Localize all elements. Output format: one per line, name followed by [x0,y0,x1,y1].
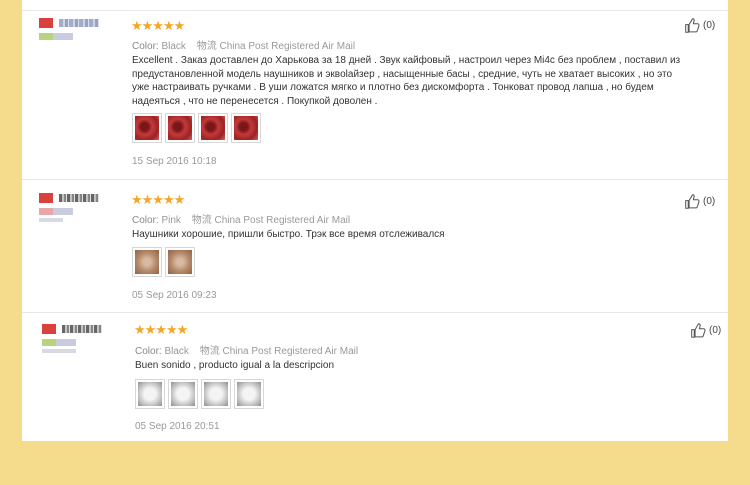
thumbs-up-icon [685,194,700,209]
review-item: ★★★★★ Color: Black 物流 China Post Registe… [22,313,728,441]
buyer-level-badge [42,339,76,346]
reviewer-info [39,193,99,223]
helpful-count: (0) [703,20,716,31]
review-text: Excellent . Заказ доставлен до Харькова … [132,55,681,107]
reviewer-name[interactable] [59,19,99,27]
review-photo[interactable] [234,379,264,409]
thumbs-up-icon [691,323,706,338]
color-label: Color: [132,41,159,52]
review-item: ★★★★★ Color: Pink 物流 China Post Register… [22,180,728,313]
reviewer-name[interactable] [59,194,99,202]
review-photos [132,113,261,143]
review-item: ★★★★★ Color: Black 物流 China Post Registe… [22,10,728,180]
reviewer-name[interactable] [62,325,102,333]
helpful-count: (0) [709,325,722,336]
shipping-method: 物流 China Post Registered Air Mail [196,41,356,52]
review-date: 15 Sep 2016 10:18 [132,156,217,167]
review-photos [135,379,264,409]
country-flag-icon [39,18,53,28]
review-photo[interactable] [198,113,228,143]
review-date: 05 Sep 2016 09:23 [132,290,217,301]
review-photo[interactable] [132,247,162,277]
review-photo[interactable] [132,113,162,143]
buyer-level-sub [39,218,63,222]
review-photo[interactable] [165,247,195,277]
color-value: Black [164,346,189,357]
color-label: Color: [135,346,162,357]
review-date: 05 Sep 2016 20:51 [135,421,220,432]
review-photos [132,247,195,277]
helpful-count: (0) [703,196,716,207]
review-photo[interactable] [165,113,195,143]
country-flag-icon [42,324,56,334]
reviews-panel: ★★★★★ Color: Black 物流 China Post Registe… [22,0,728,441]
review-photo[interactable] [231,113,261,143]
shipping-method: 物流 China Post Registered Air Mail [199,346,359,357]
reviewer-info [42,324,102,354]
order-meta: Color: Black 物流 China Post Registered Ai… [132,37,355,52]
thumbs-up-icon [685,18,700,33]
reviewer-info [39,18,99,48]
star-rating: ★★★★★ [131,18,185,33]
review-text: Наушники хорошие, пришли быстро. Трэк вс… [132,229,445,240]
helpful-button[interactable]: (0) [690,322,721,339]
helpful-button[interactable]: (0) [684,17,715,34]
color-label: Color: [132,215,159,226]
country-flag-icon [39,193,53,203]
buyer-level-sub [42,349,76,353]
review-photo[interactable] [135,379,165,409]
helpful-button[interactable]: (0) [684,193,715,210]
order-meta: Color: Black 物流 China Post Registered Ai… [135,342,358,357]
order-meta: Color: Pink 物流 China Post Registered Air… [132,211,350,226]
color-value: Pink [161,215,181,226]
shipping-method: 物流 China Post Registered Air Mail [191,215,351,226]
review-photo[interactable] [168,379,198,409]
star-rating: ★★★★★ [131,192,185,207]
buyer-level-badge [39,33,73,40]
review-text: Buen sonido , producto igual a la descri… [135,360,335,371]
star-rating: ★★★★★ [134,322,188,337]
review-photo[interactable] [201,379,231,409]
buyer-level-badge [39,208,73,215]
color-value: Black [161,41,186,52]
